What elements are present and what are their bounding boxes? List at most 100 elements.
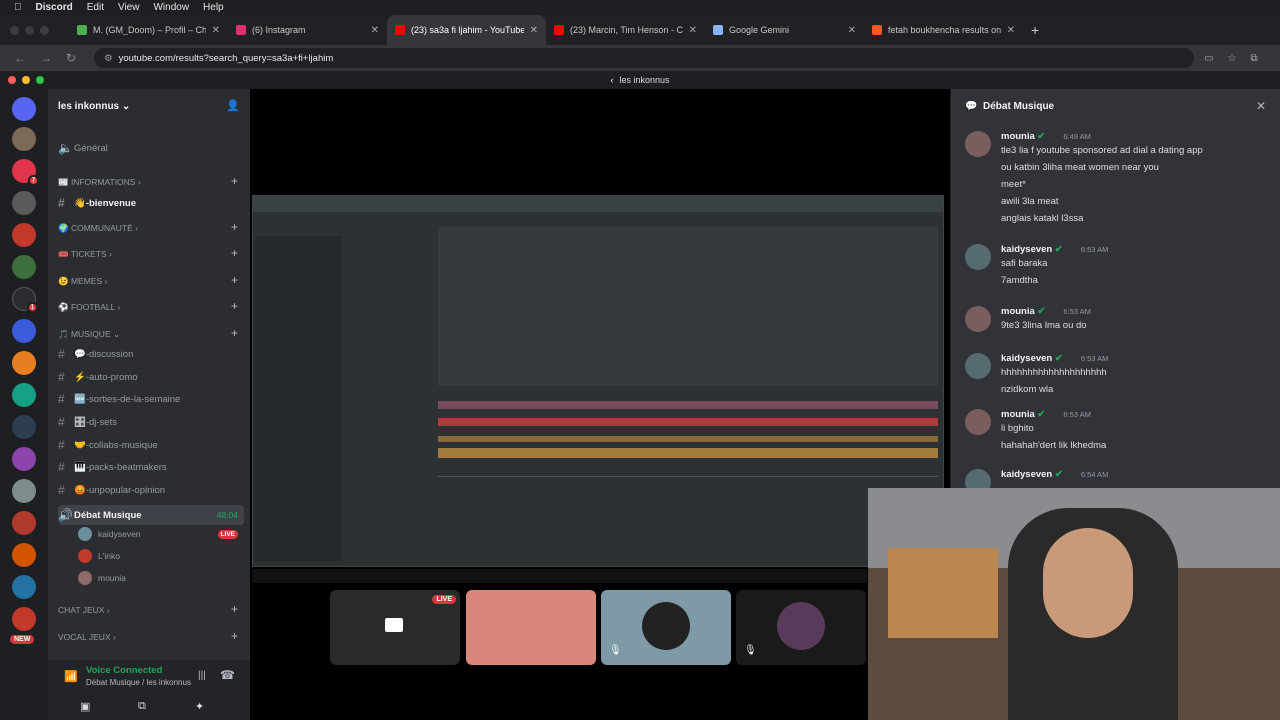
participant-tile-linko[interactable] — [466, 590, 596, 665]
apple-icon[interactable]:  — [14, 2, 22, 13]
voice-channel-debat[interactable]: 🔊 Débat Musique 48:04 — [58, 505, 244, 525]
server-icon[interactable] — [12, 223, 36, 247]
stream-tile[interactable]: LIVE — [330, 590, 460, 665]
reload-icon[interactable]: ↻ — [66, 51, 76, 65]
camera-off-icon[interactable]: ▣ — [80, 700, 90, 713]
message-author[interactable]: mounia ✔ 6:53 AM — [1001, 409, 1091, 420]
server-name-header[interactable]: les inkonnus ⌄ — [58, 101, 130, 112]
voice-location[interactable]: Débat Musique / les inkonnus — [86, 678, 191, 687]
server-icon[interactable] — [12, 351, 36, 375]
category-vocal-jeux[interactable]: VOCAL JEUX › + — [58, 629, 244, 643]
channel-item[interactable]: # 🎛️-dj-sets — [58, 415, 244, 429]
browser-tab[interactable]: Google Gemini ✕ — [705, 15, 864, 45]
server-icon[interactable] — [12, 191, 36, 215]
bookmark-star-icon[interactable]: ☆ — [1228, 53, 1237, 64]
server-icon[interactable] — [12, 447, 36, 471]
category-header[interactable]: 🎵 MUSIQUE ⌄ + — [58, 326, 244, 340]
server-icon[interactable] — [12, 383, 36, 407]
close-icon[interactable]: ✕ — [1256, 99, 1266, 113]
screen-share-icon[interactable]: ⧉ — [138, 700, 146, 713]
server-icon[interactable] — [12, 415, 36, 439]
avatar[interactable] — [965, 409, 991, 435]
disconnect-icon[interactable]: ☎ — [220, 668, 235, 682]
extensions-icon[interactable]: ⧉ — [1250, 53, 1257, 64]
minimize-window-icon[interactable] — [22, 76, 30, 84]
category-chat-jeux[interactable]: CHAT JEUX › + — [58, 602, 244, 616]
message-author[interactable]: kaidyseven ✔ 6:53 AM — [1001, 244, 1108, 255]
avatar[interactable] — [965, 244, 991, 270]
server-icon[interactable] — [12, 319, 36, 343]
channel-item[interactable]: # 😡-unpopular-opinion — [58, 483, 244, 497]
message-author[interactable]: kaidyseven ✔ 6:54 AM — [1001, 469, 1108, 480]
server-icon[interactable]: 7 — [12, 159, 39, 186]
avatar[interactable] — [965, 131, 991, 157]
discord-home-icon[interactable] — [12, 97, 36, 121]
participant-tile-kaidyseven[interactable]: 🎙 — [601, 590, 731, 665]
category-header[interactable]: 🌍 COMMUNAUTÉ › + — [58, 220, 244, 234]
channel-item[interactable]: # 👋-bienvenue — [58, 196, 244, 210]
channel-item[interactable]: # 🤝-collabs-musique — [58, 438, 244, 452]
voice-user[interactable]: L'inko — [78, 549, 238, 563]
server-icon[interactable] — [12, 511, 36, 535]
message-author[interactable]: mounia ✔ 6:49 AM — [1001, 131, 1091, 142]
browser-tab[interactable]: (6) Instagram ✕ — [228, 15, 387, 45]
close-tab-icon[interactable]: ✕ — [530, 25, 538, 36]
browser-tab[interactable]: fetah boukhencha results on ✕ — [864, 15, 1023, 45]
maximize-window-icon[interactable] — [36, 76, 44, 84]
voice-user[interactable]: mounia — [78, 571, 238, 585]
signal-icon[interactable]: 📶 — [64, 670, 78, 683]
menu-help[interactable]: Help — [203, 2, 224, 13]
add-channel-icon[interactable]: + — [231, 174, 238, 188]
back-icon[interactable]: ← — [14, 51, 26, 65]
server-icon[interactable] — [12, 127, 36, 151]
activities-icon[interactable]: ✦ — [195, 700, 204, 713]
menu-edit[interactable]: Edit — [87, 2, 104, 13]
close-tab-icon[interactable]: ✕ — [1007, 25, 1015, 36]
close-window-icon[interactable] — [8, 76, 16, 84]
add-member-icon[interactable]: 👤 — [226, 99, 240, 112]
add-channel-icon[interactable]: + — [231, 246, 238, 260]
participant-tile-mounia[interactable]: 🎙 — [736, 590, 866, 665]
add-channel-icon[interactable]: + — [231, 326, 238, 340]
channel-item[interactable]: # 🆕-sorties-de-la-semaine — [58, 392, 244, 406]
message-author[interactable]: kaidyseven ✔ 6:53 AM — [1001, 353, 1108, 364]
category-header[interactable]: 🎟️ TICKETS › + — [58, 246, 244, 260]
category-header[interactable]: 😉 MEMES › + — [58, 273, 244, 287]
server-icon[interactable] — [12, 575, 36, 599]
channel-general[interactable]: 🔈 Général — [58, 141, 244, 155]
browser-tab[interactable]: (23) sa3a fi ljahim - YouTube ✕ — [387, 15, 546, 45]
channel-item[interactable]: # ⚡-auto-promo — [58, 370, 244, 384]
close-tab-icon[interactable]: ✕ — [212, 25, 220, 36]
cast-icon[interactable]: ▭ — [1204, 53, 1213, 64]
add-channel-icon[interactable]: + — [231, 273, 238, 287]
site-info-icon[interactable]: ⚙ — [104, 53, 113, 64]
window-controls[interactable] — [10, 25, 49, 35]
server-icon[interactable]: 1 — [12, 287, 38, 313]
server-icon[interactable] — [12, 255, 36, 279]
noise-suppression-icon[interactable]: ||| — [198, 670, 206, 681]
add-channel-icon[interactable]: + — [231, 220, 238, 234]
message-author[interactable]: mounia ✔ 6:53 AM — [1001, 306, 1091, 317]
channel-item[interactable]: # 💬-discussion — [58, 347, 244, 361]
channel-item[interactable]: # 🎹-packs-beatmakers — [58, 460, 244, 474]
browser-tab[interactable]: M. (GM_Doom) – Profil – Che ✕ — [69, 15, 228, 45]
avatar[interactable] — [965, 353, 991, 379]
close-tab-icon[interactable]: ✕ — [689, 25, 697, 36]
menu-view[interactable]: View — [118, 2, 140, 13]
close-tab-icon[interactable]: ✕ — [371, 25, 379, 36]
menu-window[interactable]: Window — [153, 2, 189, 13]
server-icon[interactable] — [12, 607, 36, 631]
menu-app-name[interactable]: Discord — [36, 2, 73, 13]
forward-icon[interactable]: → — [40, 51, 52, 65]
server-icon[interactable] — [12, 479, 36, 503]
new-tab-button[interactable]: + — [1031, 22, 1039, 38]
server-icon[interactable] — [12, 543, 36, 567]
category-header[interactable]: ⚽ FOOTBALL › + — [58, 299, 244, 313]
browser-tab[interactable]: (23) Marcin, Tim Henson - Cl ✕ — [546, 15, 705, 45]
category-header[interactable]: 📰 INFORMATIONS › + — [58, 174, 244, 188]
add-channel-icon[interactable]: + — [231, 299, 238, 313]
shared-screen-daw[interactable] — [252, 195, 944, 567]
back-arrow-icon[interactable]: ‹ — [610, 75, 613, 85]
close-tab-icon[interactable]: ✕ — [848, 25, 856, 36]
avatar[interactable] — [965, 306, 991, 332]
